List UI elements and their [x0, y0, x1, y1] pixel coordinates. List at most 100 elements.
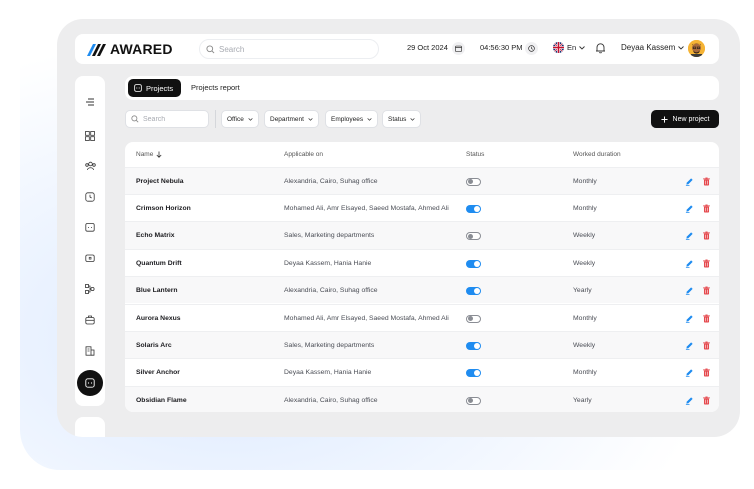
delete-icon[interactable] [702, 177, 711, 186]
user-name: Deyaa Kassem [621, 43, 676, 52]
table-row[interactable]: Obsidian Flame Alexandria, Cairo, Suhag o… [125, 385, 719, 412]
status-filter[interactable]: Status [382, 110, 422, 128]
column-header-duration: Worked duration [573, 151, 621, 158]
table-row[interactable]: Project Nebula Alexandria, Cairo, Suhag o… [125, 166, 719, 194]
delete-icon[interactable] [702, 204, 711, 213]
logo: AWARED [87, 41, 173, 57]
table-row[interactable]: Quantum Drift Deyaa Kassem, Hania Hanie We… [125, 248, 719, 276]
sidebar-item-calendar[interactable] [83, 220, 97, 234]
status-toggle[interactable] [466, 314, 481, 323]
sidebar-item-offices[interactable] [83, 344, 97, 358]
delete-icon[interactable] [702, 314, 711, 323]
global-search-input[interactable] [219, 44, 349, 54]
sidebar-item-requests[interactable] [83, 313, 97, 327]
language-label: En [567, 43, 577, 52]
edit-icon[interactable] [685, 204, 694, 213]
toggle-knob [468, 179, 473, 184]
global-search[interactable] [199, 39, 379, 59]
toggle-knob [474, 288, 480, 295]
status-toggle[interactable] [466, 177, 481, 186]
chevron-down-icon [678, 45, 685, 50]
sidebar-collapse-button[interactable] [83, 95, 97, 109]
applicable-on: Mohamed Ali, Amr Elsayed, Saeed Mostafa,… [284, 204, 449, 212]
table-row[interactable]: Echo Matrix Sales, Marketing departments W… [125, 221, 719, 249]
table-search-input[interactable] [143, 115, 203, 123]
project-name: Crimson Horizon [136, 204, 191, 212]
worked-duration: Weekly [573, 232, 596, 240]
edit-icon[interactable] [685, 396, 694, 405]
department-filter[interactable]: Department [264, 110, 319, 128]
search-icon [131, 115, 139, 123]
search-icon [206, 44, 215, 53]
edit-icon[interactable] [685, 259, 694, 268]
delete-icon[interactable] [702, 231, 711, 240]
employees-filter[interactable]: Employees [325, 110, 379, 128]
worked-duration: Monthly [573, 177, 597, 185]
filter-bar: Office Department Employees Status New p… [125, 110, 719, 130]
collapse-icon [86, 98, 94, 106]
project-name: Aurora Nexus [136, 314, 181, 322]
sidebar-item-employees[interactable] [83, 159, 97, 173]
sidebar-item-payroll[interactable] [83, 251, 97, 265]
projects-icon [134, 84, 142, 92]
edit-icon[interactable] [685, 177, 694, 186]
current-time: 04:56:30 PM [480, 43, 523, 52]
filter-divider [215, 110, 216, 128]
new-project-button[interactable]: New project [651, 110, 719, 128]
office-filter[interactable]: Office [221, 110, 259, 128]
app-window: AWARED 29 Oct 2024 04:56:30 PM [57, 19, 740, 437]
toggle-knob [468, 233, 473, 239]
table-row[interactable]: Crimson Horizon Mohamed Ali, Amr Elsayed,… [125, 193, 719, 221]
notification-bell-icon[interactable] [595, 42, 606, 54]
project-name: Echo Matrix [136, 232, 175, 240]
sidebar-item-workflow[interactable] [83, 282, 97, 296]
table-row[interactable]: Aurora Nexus Mohamed Ali, Amr Elsayed, Sa… [125, 303, 719, 331]
status-toggle[interactable] [466, 396, 481, 405]
delete-icon[interactable] [702, 368, 711, 377]
dashboard-icon [85, 131, 95, 141]
project-name: Silver Anchor [136, 369, 180, 377]
delete-icon[interactable] [702, 286, 711, 295]
user-menu[interactable]: Deyaa Kassem [621, 43, 685, 52]
table-search[interactable] [125, 110, 209, 128]
status-toggle[interactable] [466, 204, 481, 213]
worked-duration: Monthly [573, 314, 597, 322]
toggle-knob [474, 205, 480, 212]
status-toggle[interactable] [466, 369, 481, 378]
edit-icon[interactable] [685, 368, 694, 378]
avatar-image [688, 40, 705, 57]
tab-projects[interactable]: Projects [128, 79, 182, 97]
calendar-icon [85, 223, 95, 232]
chevron-down-icon [308, 117, 313, 121]
table-row[interactable]: Blue Lantern Alexandria, Cairo, Suhag off… [125, 276, 719, 304]
logo-text: AWARED [110, 41, 173, 57]
clock-button[interactable] [525, 42, 538, 55]
table-row[interactable]: Solaris Arc Sales, Marketing departments W… [125, 330, 719, 359]
sidebar-item-projects[interactable] [77, 370, 103, 396]
tab-projects-report[interactable]: Projects report [191, 83, 240, 92]
applicable-on: Mohamed Ali, Amr Elsayed, Saeed Mostafa,… [284, 314, 449, 322]
sidebar-item-attendance[interactable] [83, 190, 97, 204]
delete-icon[interactable] [702, 396, 711, 405]
status-toggle[interactable] [466, 341, 481, 350]
status-toggle[interactable] [466, 287, 481, 296]
avatar[interactable] [688, 40, 705, 57]
edit-icon[interactable] [685, 231, 694, 241]
worked-duration: Monthly [573, 369, 597, 377]
edit-icon[interactable] [685, 314, 694, 323]
chevron-down-icon [367, 117, 372, 121]
workflow-icon [85, 284, 95, 294]
clock-icon [528, 45, 535, 52]
column-header-name[interactable]: Name [136, 151, 162, 158]
edit-icon[interactable] [685, 341, 694, 350]
language-selector[interactable]: En [553, 42, 586, 53]
delete-icon[interactable] [702, 341, 711, 350]
calendar-button[interactable] [452, 42, 465, 55]
delete-icon[interactable] [702, 259, 711, 268]
sidebar-item-dashboard[interactable] [83, 129, 97, 143]
table-row[interactable]: Silver Anchor Deyaa Kassem, Hania Hanie Mo… [125, 358, 719, 385]
status-toggle[interactable] [466, 259, 481, 268]
status-toggle[interactable] [466, 232, 481, 241]
status-filter-label: Status [388, 115, 407, 123]
edit-icon[interactable] [685, 286, 694, 295]
